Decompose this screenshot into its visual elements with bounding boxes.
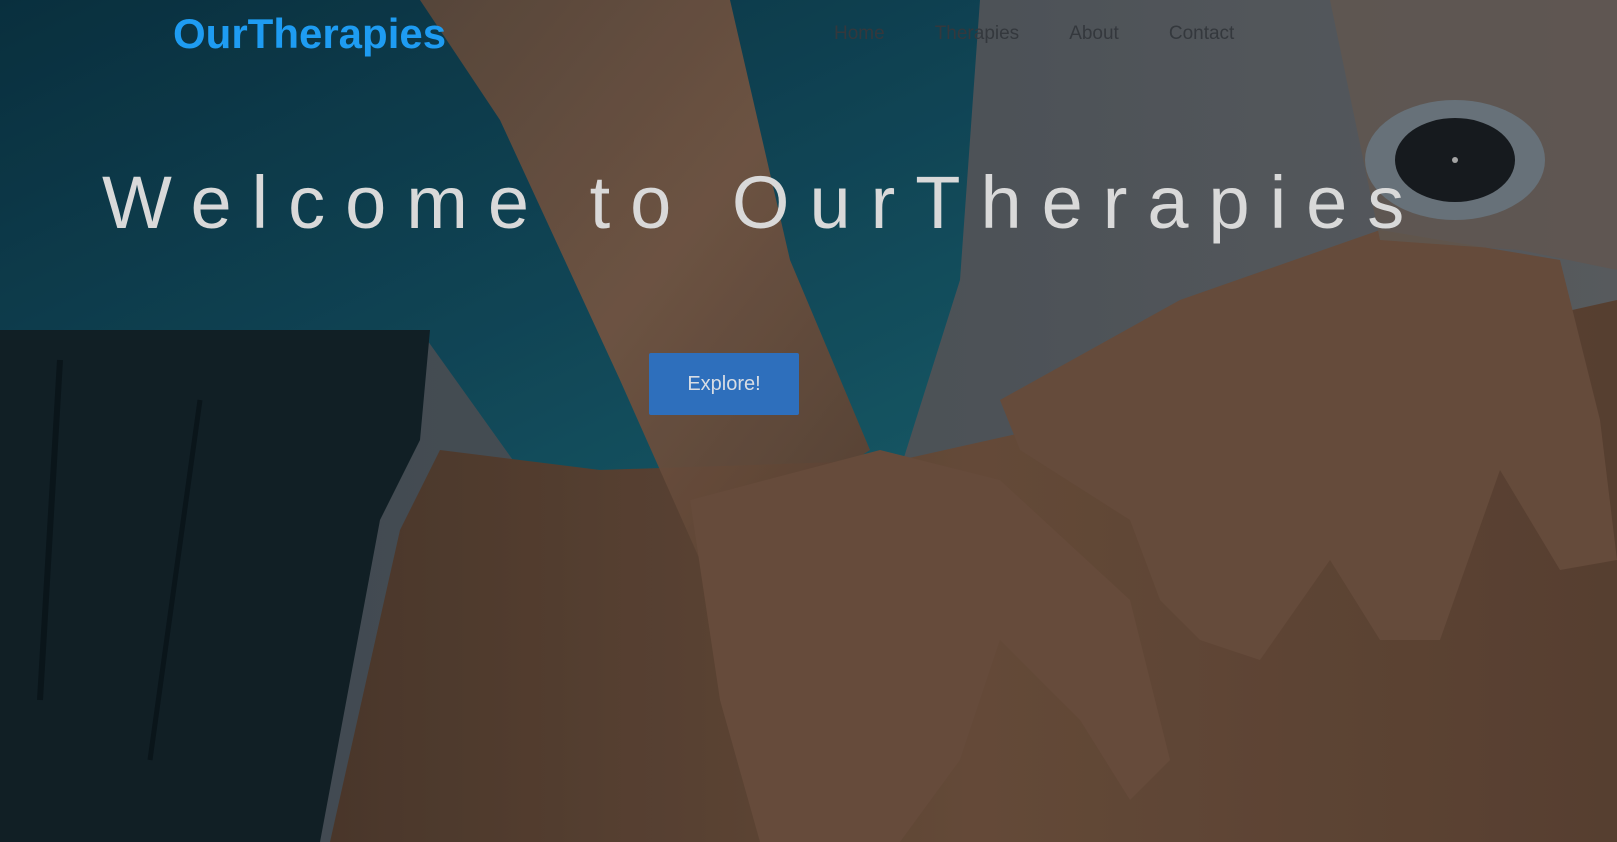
nav-contact-link[interactable]: Contact: [1169, 22, 1234, 46]
hero-title: Welcome to OurTherapies: [102, 161, 1425, 244]
hero-section: OurTherapies Home Therapies About Contac…: [0, 0, 1617, 842]
nav-home-link[interactable]: Home: [834, 22, 885, 46]
site-header: OurTherapies Home Therapies About Contac…: [0, 0, 1617, 70]
hero-background-image: [0, 0, 1617, 842]
explore-button[interactable]: Explore!: [649, 353, 799, 415]
site-logo[interactable]: OurTherapies: [173, 10, 446, 58]
nav-about-link[interactable]: About: [1069, 22, 1119, 46]
nav-therapies-link[interactable]: Therapies: [935, 22, 1020, 46]
main-nav: Home Therapies About Contact: [834, 22, 1284, 46]
